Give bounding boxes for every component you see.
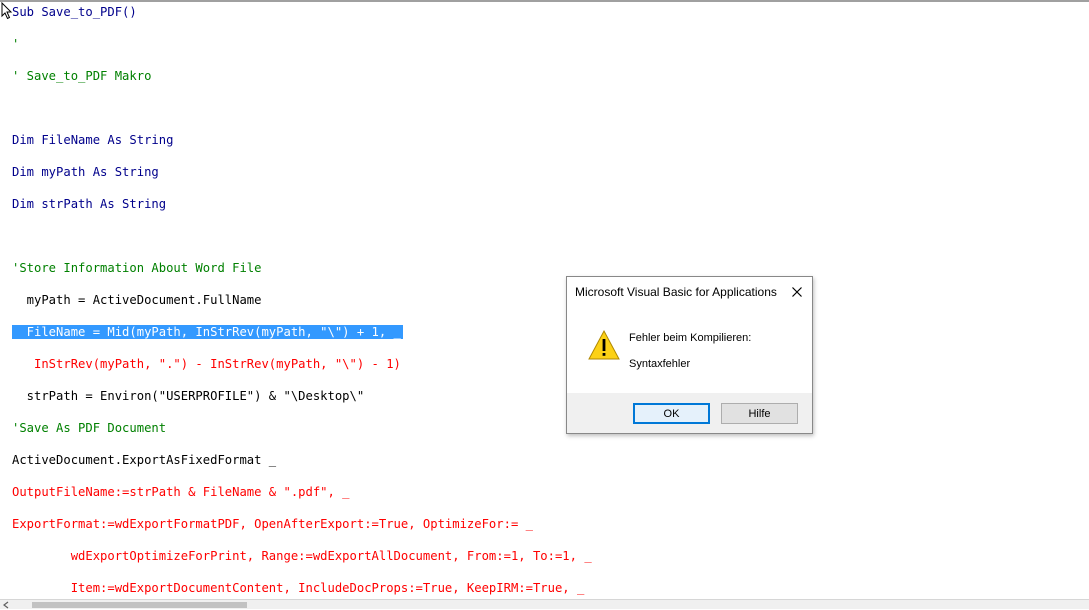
mouse-cursor-icon [1, 2, 13, 20]
code-line[interactable]: FileName = Mid(myPath, InStrRev(myPath, … [12, 324, 403, 340]
code-text: Dim myPath As String [12, 165, 159, 179]
code-text: ' Save_to_PDF Makro [12, 69, 152, 83]
code-line[interactable]: 'Save As PDF Document [12, 420, 166, 436]
ok-button[interactable]: OK [633, 403, 710, 424]
code-text: ActiveDocument.ExportAsFixedFormat _ [12, 453, 277, 467]
code-text: strPath = Environ("USERPROFILE") & "\Des… [12, 389, 365, 403]
code-line[interactable]: ActiveDocument.ExportAsFixedFormat _ [12, 452, 276, 468]
code-editor[interactable]: Sub Save_to_PDF() ' ' Save_to_PDF Makro Dim… [0, 2, 1089, 599]
code-line[interactable]: ' Save_to_PDF Makro [12, 68, 151, 84]
code-line[interactable]: Dim myPath As String [12, 164, 159, 180]
code-line[interactable]: 'Store Information About Word File [12, 260, 261, 276]
close-icon[interactable] [788, 283, 806, 301]
scrollbar-thumb[interactable] [32, 602, 247, 608]
code-line[interactable]: ExportFormat:=wdExportFormatPDF, OpenAft… [12, 516, 533, 532]
dialog-button-bar: OK Hilfe [567, 393, 812, 433]
code-line[interactable]: Dim strPath As String [12, 196, 166, 212]
code-text: ExportFormat:=wdExportFormatPDF, OpenAft… [12, 517, 533, 531]
code-text: 'Store Information About Word File [12, 261, 262, 275]
horizontal-scrollbar[interactable] [0, 599, 1089, 609]
dialog-message: Syntaxfehler [629, 358, 691, 370]
selected-code-text: FileName = Mid(myPath, InStrRev(myPath, … [12, 325, 403, 339]
code-line[interactable]: wdExportOptimizeForPrint, Range:=wdExpor… [12, 548, 592, 564]
code-text: ' [12, 37, 20, 51]
code-text: InStrRev(myPath, ".") - InStrRev(myPath,… [12, 357, 401, 371]
warning-icon [588, 329, 620, 360]
error-dialog: Microsoft Visual Basic for Applications … [566, 276, 813, 434]
code-line[interactable]: strPath = Environ("USERPROFILE") & "\Des… [12, 388, 365, 404]
code-line[interactable]: OutputFileName:=strPath & FileName & ".p… [12, 484, 350, 500]
code-text: Sub Save_to_PDF() [12, 5, 137, 19]
code-line[interactable]: myPath = ActiveDocument.FullName [12, 292, 262, 308]
code-line[interactable]: InStrRev(myPath, ".") - InStrRev(myPath,… [12, 356, 401, 372]
code-line[interactable]: Item:=wdExportDocumentContent, IncludeDo… [12, 580, 585, 596]
dialog-heading: Fehler beim Kompilieren: [629, 332, 752, 344]
code-text: myPath = ActiveDocument.FullName [12, 293, 262, 307]
code-line[interactable]: ' [12, 36, 19, 52]
code-line[interactable]: Dim FileName As String [12, 132, 173, 148]
code-text: wdExportOptimizeForPrint, Range:=wdExpor… [12, 549, 592, 563]
code-text: 'Save As PDF Document [12, 421, 167, 435]
code-text: Item:=wdExportDocumentContent, IncludeDo… [12, 581, 585, 595]
code-line[interactable]: Sub Save_to_PDF() [12, 4, 137, 20]
dialog-title: Microsoft Visual Basic for Applications [575, 285, 777, 299]
help-button[interactable]: Hilfe [721, 403, 798, 424]
code-text: OutputFileName:=strPath & FileName & ".p… [12, 485, 350, 499]
code-text: Dim FileName As String [12, 133, 174, 147]
code-text: Dim strPath As String [12, 197, 167, 211]
